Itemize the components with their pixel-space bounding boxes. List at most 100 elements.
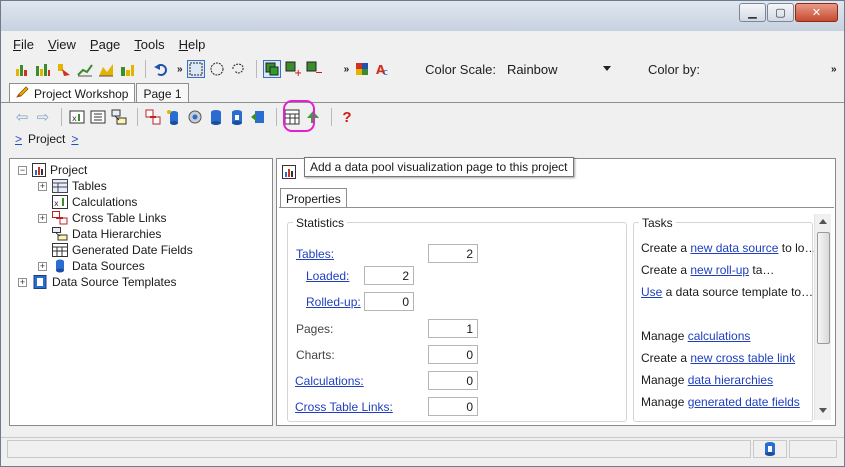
- expand-icon[interactable]: +: [18, 277, 27, 287]
- use-template-link[interactable]: Use: [641, 285, 662, 299]
- rolled-up-link[interactable]: Rolled-up:: [306, 295, 361, 309]
- tab-page-1[interactable]: Page 1: [136, 83, 189, 103]
- expand-icon[interactable]: +: [38, 181, 47, 191]
- database-alt-icon[interactable]: [228, 108, 246, 126]
- tasks-title: Tasks: [639, 216, 676, 230]
- import-template-icon[interactable]: [249, 108, 267, 126]
- tree-item-project[interactable]: − Project: [18, 162, 87, 178]
- menu-page[interactable]: Page: [90, 37, 120, 52]
- database-icon[interactable]: [207, 108, 225, 126]
- new-data-source-icon[interactable]: [165, 108, 183, 126]
- toolbar-separator: [137, 108, 138, 126]
- breadcrumb-root-link[interactable]: >: [15, 132, 22, 146]
- tree-item-data-hierarchies[interactable]: Data Hierarchies: [52, 226, 161, 242]
- scroll-up-icon[interactable]: [819, 219, 827, 224]
- grouped-bar-chart-icon[interactable]: [34, 60, 52, 78]
- table-list-icon[interactable]: [89, 108, 107, 126]
- task-manage-date-fields: Manage generated date fields: [641, 395, 800, 409]
- lasso-select-icon[interactable]: [229, 60, 247, 78]
- tree-item-calculations[interactable]: x Calculations: [52, 194, 137, 210]
- color-palette-icon[interactable]: [353, 60, 371, 78]
- tasks-scrollbar[interactable]: [814, 214, 831, 420]
- pages-label: Pages:: [296, 322, 334, 336]
- data-source-settings-icon[interactable]: [186, 108, 204, 126]
- line-chart-icon[interactable]: [76, 60, 94, 78]
- tab-project-workshop[interactable]: Project Workshop: [9, 83, 136, 103]
- loaded-link[interactable]: Loaded:: [306, 269, 349, 283]
- help-icon[interactable]: ?: [338, 108, 356, 126]
- add-to-selection-icon[interactable]: +: [284, 60, 302, 78]
- tables-link[interactable]: Tables:: [296, 247, 334, 261]
- pages-count: 1: [428, 319, 478, 338]
- menu-file[interactable]: File: [13, 37, 34, 52]
- maximize-button[interactable]: ▢: [767, 3, 794, 22]
- new-cross-table-link-link[interactable]: new cross table link: [690, 351, 795, 365]
- calculations-link[interactable]: calculations: [688, 329, 751, 343]
- hierarchy-icon[interactable]: [110, 108, 128, 126]
- tree-label: Project: [50, 163, 88, 177]
- task-new-data-source: Create a new data source to lo…: [641, 241, 816, 255]
- database-status-icon[interactable]: [764, 441, 776, 460]
- tree-item-generated-date-fields[interactable]: Generated Date Fields: [52, 242, 193, 258]
- selection-mode-icon[interactable]: [262, 60, 281, 78]
- expand-icon[interactable]: +: [38, 261, 47, 271]
- data-source-templates-icon: [32, 275, 48, 289]
- area-chart-icon[interactable]: [97, 60, 115, 78]
- highlight-ring: [283, 100, 315, 132]
- new-roll-up-link[interactable]: new roll-up: [690, 263, 749, 277]
- color-by-label: Color by:: [647, 61, 700, 77]
- cross-table-links-link[interactable]: Cross Table Links:: [295, 400, 393, 414]
- data-hierarchies-icon: [52, 227, 68, 241]
- expand-icon[interactable]: +: [38, 213, 47, 223]
- tree-item-data-sources[interactable]: + Data Sources: [38, 258, 145, 274]
- back-arrow-icon[interactable]: ⇦: [13, 108, 31, 126]
- close-icon: ✕: [811, 7, 822, 19]
- tree-label: Cross Table Links: [72, 211, 167, 225]
- task-text: Create a: [641, 351, 691, 365]
- remove-from-selection-icon[interactable]: −: [305, 60, 323, 78]
- task-text: a data source template to…: [662, 285, 814, 299]
- project-header-icon: [282, 165, 296, 179]
- close-button[interactable]: ✕: [795, 3, 838, 22]
- cross-table-link-icon[interactable]: [144, 108, 162, 126]
- color-scale-select[interactable]: Rainbow: [502, 59, 614, 79]
- toolbar-overflow-icon[interactable]: »: [344, 64, 349, 75]
- generated-date-fields-link[interactable]: generated date fields: [688, 395, 800, 409]
- collapse-icon[interactable]: −: [18, 165, 27, 175]
- menu-help[interactable]: Help: [179, 37, 206, 52]
- breadcrumb-next-link[interactable]: >: [71, 132, 78, 146]
- stacked-bar-chart-icon[interactable]: [118, 60, 136, 78]
- calculation-icon[interactable]: x: [68, 108, 86, 126]
- task-text: Manage: [641, 329, 688, 343]
- menu-tools[interactable]: Tools: [134, 37, 164, 52]
- toolbar-overflow-icon[interactable]: »: [177, 64, 182, 75]
- forward-arrow-icon[interactable]: ⇨: [34, 108, 52, 126]
- undo-icon[interactable]: [152, 60, 170, 78]
- tree-item-cross-table-links[interactable]: + Cross Table Links: [38, 210, 167, 226]
- menu-view[interactable]: View: [48, 37, 76, 52]
- task-text: Create a: [641, 241, 691, 255]
- status-cell-main: [7, 440, 751, 458]
- tab-properties[interactable]: Properties: [280, 188, 347, 208]
- calculations-link[interactable]: Calculations:: [295, 374, 364, 388]
- rectangle-select-icon[interactable]: [186, 60, 205, 78]
- tree-item-tables[interactable]: + Tables: [38, 178, 107, 194]
- minimize-icon: ▁: [748, 7, 757, 19]
- data-hierarchies-link[interactable]: data hierarchies: [688, 373, 773, 387]
- maximize-icon: ▢: [775, 7, 786, 19]
- ellipse-select-icon[interactable]: [208, 60, 226, 78]
- minimize-button[interactable]: ▁: [739, 3, 766, 22]
- task-text: Manage: [641, 373, 688, 387]
- toolbar-separator: [61, 108, 62, 126]
- scroll-down-icon[interactable]: [819, 408, 827, 413]
- scroll-thumb[interactable]: [817, 232, 830, 344]
- bar-chart-icon[interactable]: [13, 60, 31, 78]
- tree-item-data-source-templates[interactable]: + Data Source Templates: [18, 274, 177, 290]
- tree-label: Data Sources: [72, 259, 145, 273]
- svg-text:x: x: [72, 114, 77, 123]
- new-data-source-link[interactable]: new data source: [690, 241, 778, 255]
- tables-count: 2: [428, 244, 478, 263]
- text-color-icon[interactable]: Ac: [374, 60, 392, 78]
- toolbar-overflow-icon[interactable]: »: [831, 64, 836, 75]
- pareto-chart-icon[interactable]: [55, 60, 73, 78]
